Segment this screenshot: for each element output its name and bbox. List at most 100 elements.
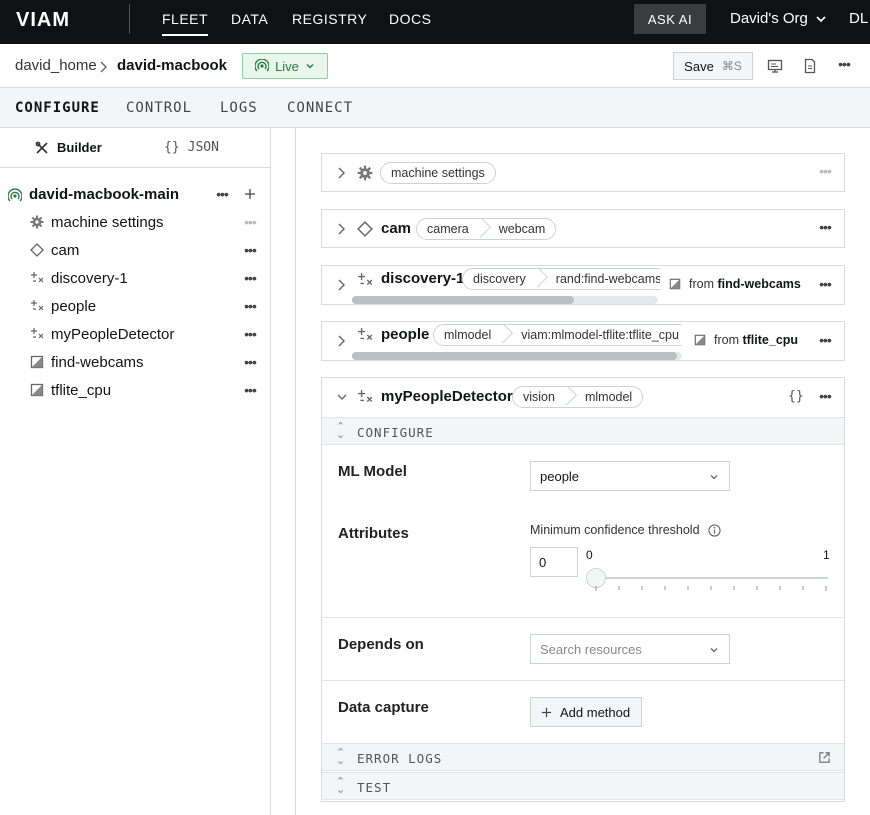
depends-on-select[interactable]: Search resources	[530, 634, 730, 664]
add-method-button[interactable]: Add method	[530, 697, 642, 727]
ml-model-select[interactable]: people	[530, 461, 730, 491]
sidebar-item-people[interactable]: people •••	[0, 296, 271, 318]
sidebar-item-discovery-1[interactable]: discovery-1 •••	[0, 268, 271, 290]
sidebar-item-label: tflite_cpu	[51, 382, 112, 399]
api-model-scroll[interactable]: mlmodel viam:mlmodel-tflite:tflite_cpu	[432, 323, 682, 347]
sparkle-icon	[358, 390, 373, 403]
external-link-icon[interactable]	[818, 751, 831, 764]
signal-icon	[8, 188, 22, 202]
live-status-dropdown[interactable]: Live	[242, 53, 328, 79]
breadcrumb-machine[interactable]: david-macbook	[117, 57, 227, 74]
nav-registry[interactable]: REGISTRY	[292, 11, 367, 27]
more-options-icon[interactable]: •••	[817, 164, 833, 181]
module-icon	[30, 355, 44, 369]
ask-ai-button[interactable]: ASK AI	[634, 4, 706, 34]
tab-configure[interactable]: CONFIGURE	[15, 100, 100, 116]
sidebar-item-mypeopledetector[interactable]: myPeopleDetector •••	[0, 324, 271, 346]
more-options-icon[interactable]: •••	[242, 271, 258, 288]
horizontal-scrollbar[interactable]	[352, 296, 658, 304]
sparkle-icon	[31, 272, 44, 283]
diamond-icon	[357, 221, 373, 237]
slider-min-label: 0	[586, 548, 593, 562]
more-options-icon[interactable]: •••	[242, 383, 258, 400]
configure-section-header[interactable]: ⌃ ⌄ CONFIGURE	[322, 417, 844, 445]
chevron-right-icon[interactable]	[336, 166, 346, 180]
more-options-icon[interactable]: •••	[242, 299, 258, 316]
more-options-icon[interactable]: •••	[242, 243, 258, 260]
error-logs-section-header[interactable]: ⌃ ⌄ ERROR LOGS	[322, 743, 844, 771]
scrollbar-thumb[interactable]	[352, 352, 677, 360]
api-model-scroll[interactable]: discovery rand:find-webcams:webcam-discov…	[460, 267, 660, 291]
resource-name: myPeopleDetector	[381, 388, 513, 405]
more-options-icon[interactable]: •••	[214, 187, 230, 204]
machine-settings-card[interactable]: machine settings •••	[321, 153, 845, 192]
json-braces-icon[interactable]: {}	[788, 389, 804, 404]
nav-divider	[129, 4, 130, 34]
viam-logo[interactable]: VIAM	[16, 10, 98, 28]
sidebar-item-machine-settings[interactable]: machine settings •••	[0, 212, 271, 234]
expand-icon: ⌃ ⌄	[336, 776, 346, 796]
ml-model-value: people	[540, 468, 580, 484]
user-avatar[interactable]: DL	[849, 10, 868, 27]
info-icon[interactable]	[707, 523, 721, 537]
threshold-label-row: Minimum confidence threshold	[530, 523, 721, 537]
org-switcher[interactable]: David's Org	[730, 10, 826, 27]
gear-icon	[357, 165, 373, 181]
add-method-label: Add method	[560, 704, 631, 720]
scrollbar-thumb[interactable]	[352, 296, 574, 304]
nav-data[interactable]: DATA	[231, 11, 268, 27]
model-label: mlmodel	[584, 390, 633, 404]
plus-icon[interactable]	[244, 188, 256, 200]
cam-card[interactable]: cam camera webcam •••	[321, 209, 845, 248]
chevron-right-icon[interactable]	[336, 334, 346, 348]
tab-logs[interactable]: LOGS	[220, 100, 258, 116]
chevron-down-icon[interactable]	[336, 391, 348, 403]
test-section-header[interactable]: ⌃ ⌄ TEST	[322, 772, 844, 800]
threshold-slider-track[interactable]	[596, 577, 828, 579]
nav-fleet[interactable]: FLEET	[162, 11, 209, 36]
builder-tab[interactable]: Builder	[35, 140, 102, 155]
sidebar-item-tflite-cpu[interactable]: tflite_cpu •••	[0, 380, 271, 402]
more-options-icon[interactable]: •••	[817, 389, 833, 406]
chevron-right-icon[interactable]	[336, 222, 346, 236]
threshold-label: Minimum confidence threshold	[530, 523, 700, 537]
more-options-icon[interactable]: •••	[836, 57, 852, 74]
sidebar-item-label: discovery-1	[51, 270, 128, 287]
tab-connect[interactable]: CONNECT	[287, 100, 353, 116]
more-options-icon[interactable]: •••	[817, 277, 833, 294]
collapse-icon: ⌃ ⌄	[336, 421, 346, 441]
resource-sidebar: Builder {} JSON david-macbook-main ••• m…	[0, 128, 271, 815]
chevron-down-icon	[710, 475, 718, 480]
sidebar-item-label: find-webcams	[51, 354, 144, 371]
braces-icon: {}	[164, 140, 180, 155]
horizontal-scrollbar[interactable]	[352, 352, 682, 360]
chevron-right-icon[interactable]	[336, 278, 346, 292]
api-label: discovery	[473, 272, 526, 286]
resource-name: cam	[381, 220, 412, 237]
chevron-down-icon	[816, 15, 826, 22]
nav-docs[interactable]: DOCS	[389, 11, 431, 27]
discovery-card[interactable]: discovery-1 discovery rand:find-webcams:w…	[321, 265, 845, 305]
json-label: JSON	[187, 140, 219, 155]
from-prefix: from	[689, 277, 714, 291]
more-options-icon[interactable]: •••	[817, 220, 833, 237]
document-icon[interactable]	[802, 58, 818, 74]
tab-control[interactable]: CONTROL	[126, 100, 192, 116]
breadcrumb-location[interactable]: david_home	[15, 57, 97, 74]
machine-part-row[interactable]: david-macbook-main •••	[0, 184, 271, 206]
people-card[interactable]: people mlmodel viam:mlmodel-tflite:tflite…	[321, 321, 845, 361]
threshold-slider-thumb[interactable]	[586, 568, 606, 588]
more-options-icon[interactable]: •••	[242, 327, 258, 344]
threshold-input[interactable]: 0	[530, 547, 578, 577]
more-options-icon[interactable]: •••	[242, 215, 258, 232]
more-options-icon[interactable]: •••	[817, 333, 833, 350]
sidebar-item-cam[interactable]: cam •••	[0, 240, 271, 262]
monitor-icon[interactable]	[767, 58, 783, 74]
save-button[interactable]: Save ⌘S	[673, 52, 753, 80]
more-options-icon[interactable]: •••	[242, 355, 258, 372]
section-title: CONFIGURE	[357, 425, 434, 440]
divider	[322, 617, 844, 618]
sidebar-item-find-webcams[interactable]: find-webcams •••	[0, 352, 271, 374]
sidebar-item-label: myPeopleDetector	[51, 326, 175, 343]
json-tab[interactable]: {} JSON	[164, 140, 219, 155]
